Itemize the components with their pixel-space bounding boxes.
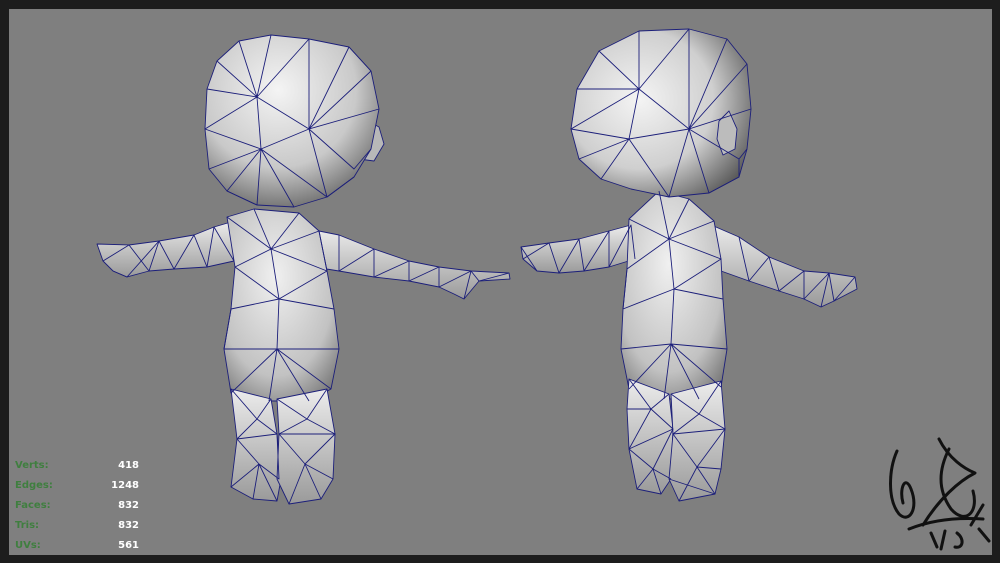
hud-row-tris: Tris: 832	[15, 516, 139, 536]
artist-signature	[889, 437, 991, 551]
character-model-front[interactable]	[96, 34, 511, 505]
hud-label: Edges:	[15, 480, 53, 491]
hud-value: 832	[118, 500, 139, 511]
hud-row-faces: Faces: 832	[15, 496, 139, 516]
hud-label: Verts:	[15, 460, 49, 471]
hud-row-verts: Verts: 418	[15, 456, 139, 476]
hud-label: Faces:	[15, 500, 51, 511]
hud-value: 1248	[111, 480, 139, 491]
character-model-back[interactable]	[520, 28, 858, 502]
hud-value: 832	[118, 520, 139, 531]
scene-canvas[interactable]	[9, 9, 992, 555]
viewport[interactable]: Verts: 418 Edges: 1248 Faces: 832 Tris: …	[9, 9, 992, 555]
hud-label: Tris:	[15, 520, 40, 531]
hud-value: 561	[118, 540, 139, 551]
hud-row-uvs: UVs: 561	[15, 536, 139, 555]
poly-count-hud: Verts: 418 Edges: 1248 Faces: 832 Tris: …	[15, 456, 139, 555]
hud-label: UVs:	[15, 540, 41, 551]
hud-row-edges: Edges: 1248	[15, 476, 139, 496]
hud-value: 418	[118, 460, 139, 471]
